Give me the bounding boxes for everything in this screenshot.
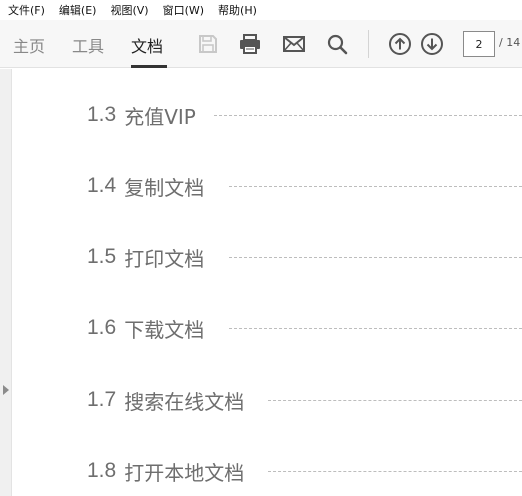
toc-entry[interactable]: 1.7 搜索在线文档 [87, 386, 244, 414]
page-total: / 14 [499, 36, 521, 49]
toc-entry[interactable]: 1.6 下载文档 [87, 314, 204, 342]
toc-leader-line [229, 257, 522, 258]
toc-label: 打开本地文档 [124, 460, 245, 485]
toc-entry[interactable]: 1.8 打开本地文档 [87, 457, 244, 485]
next-page-button[interactable] [419, 31, 445, 57]
email-button[interactable] [281, 31, 307, 57]
menu-window[interactable]: 窗口(W) [163, 2, 204, 18]
toc-number: 1.6 [87, 316, 117, 339]
arrow-down-circle-icon [421, 33, 443, 55]
toc-number: 1.8 [87, 459, 117, 482]
side-panel-collapsed[interactable] [0, 69, 12, 496]
arrow-up-circle-icon [389, 33, 411, 55]
toolbar: 主页 工具 文档 2 / 14 [0, 20, 522, 68]
toc-leader-line [229, 328, 522, 329]
tab-tools[interactable]: 工具 [72, 33, 104, 57]
expand-panel-icon[interactable] [3, 385, 9, 395]
toc-label: 搜索在线文档 [124, 389, 245, 414]
toc-label: 打印文档 [124, 246, 205, 271]
print-button[interactable] [237, 31, 263, 57]
menu-view[interactable]: 视图(V) [110, 2, 148, 18]
tab-document[interactable]: 文档 [131, 33, 163, 57]
toc-leader-line [229, 186, 522, 187]
toc-label: 充值VIP [124, 104, 196, 129]
tab-home[interactable]: 主页 [13, 33, 45, 57]
toolbar-separator [368, 30, 369, 58]
toc-entry[interactable]: 1.4 复制文档 [87, 172, 204, 200]
toc-number: 1.5 [87, 245, 117, 268]
menu-bar: 文件(F) 编辑(E) 视图(V) 窗口(W) 帮助(H) [0, 0, 522, 20]
active-tab-indicator [131, 65, 167, 68]
toc-number: 1.3 [87, 103, 117, 126]
save-icon [199, 35, 217, 53]
save-button[interactable] [195, 31, 221, 57]
toc-number: 1.4 [87, 174, 117, 197]
mail-icon [283, 36, 305, 52]
search-icon [327, 34, 348, 55]
search-button[interactable] [324, 31, 350, 57]
toc-number: 1.7 [87, 388, 117, 411]
print-icon [240, 34, 260, 54]
toc-leader-line [268, 471, 522, 472]
menu-edit[interactable]: 编辑(E) [59, 2, 97, 18]
toc-leader-line [214, 115, 522, 116]
toc-entry[interactable]: 1.5 打印文档 [87, 243, 204, 271]
toc-label: 复制文档 [124, 175, 205, 200]
toc-leader-line [268, 400, 522, 401]
toc-label: 下载文档 [124, 317, 205, 342]
menu-help[interactable]: 帮助(H) [218, 2, 257, 18]
toc-entry[interactable]: 1.3 充值VIP [87, 101, 196, 129]
menu-file[interactable]: 文件(F) [8, 2, 45, 18]
previous-page-button[interactable] [387, 31, 413, 57]
page-number-input[interactable] [463, 31, 495, 57]
